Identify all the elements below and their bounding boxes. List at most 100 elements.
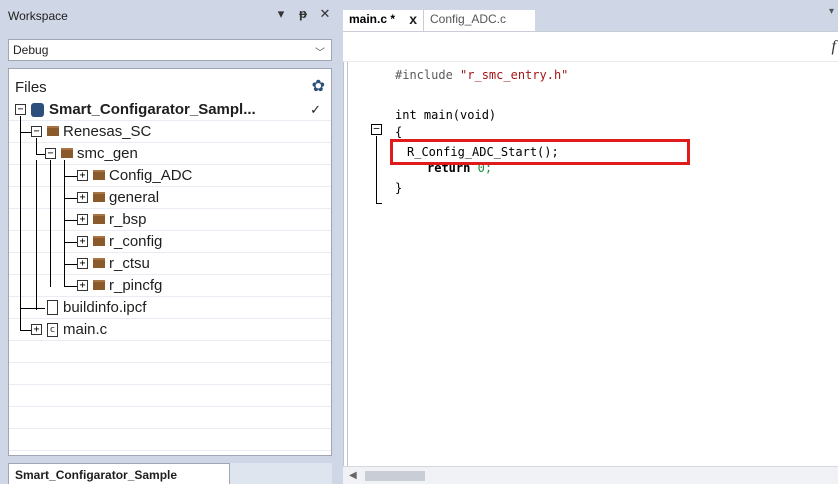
- code-line-open-brace: {: [395, 125, 403, 139]
- tree-empty-row: [9, 385, 331, 407]
- tree-item-label: Renesas_SC: [63, 123, 152, 140]
- scrollbar-thumb[interactable]: [365, 471, 425, 481]
- tree-item-renesas-sc[interactable]: − Renesas_SC: [9, 121, 331, 143]
- folder-icon: [93, 214, 105, 224]
- tree-line: [64, 242, 77, 243]
- editor-tabbar: main.c * x Config_ADC.c ▾: [343, 0, 838, 31]
- tree-line: [64, 286, 77, 287]
- code-editor[interactable]: f #include "r_smc_entry.h" int main(void…: [343, 31, 838, 467]
- c-file-icon: c: [47, 323, 58, 337]
- tree-line: [50, 160, 51, 287]
- tree-item-config-adc[interactable]: + Config_ADC: [9, 165, 331, 187]
- editor-margin: [347, 62, 348, 467]
- tree-line: [20, 132, 31, 133]
- tree-line: [64, 264, 77, 265]
- tree-item-label: buildinfo.ipcf: [63, 299, 147, 316]
- checkmark-icon: ✓: [310, 102, 321, 117]
- gear-icon[interactable]: ✿: [312, 76, 325, 96]
- tree-item-smc-gen[interactable]: − smc_gen: [9, 143, 331, 165]
- expand-icon[interactable]: +: [77, 236, 88, 247]
- tab-label: main.c *: [349, 12, 396, 26]
- tree-item-label: Smart_Configarator_Sampl...: [49, 101, 256, 118]
- tree-item-r-ctsu[interactable]: + r_ctsu: [9, 253, 331, 275]
- folder-icon: [93, 170, 105, 180]
- tree-item-label: r_bsp: [109, 211, 147, 228]
- dropdown-icon[interactable]: ▾: [275, 6, 287, 22]
- tab-main-c[interactable]: main.c * x: [343, 10, 423, 31]
- pin-icon[interactable]: ᵽ: [297, 6, 309, 22]
- tree-empty-row: [9, 407, 331, 429]
- expand-icon[interactable]: +: [77, 280, 88, 291]
- tree-item-buildinfo[interactable]: buildinfo.ipcf: [9, 297, 331, 319]
- folder-icon: [61, 148, 73, 158]
- tree-line: [36, 154, 45, 155]
- collapse-icon[interactable]: −: [45, 148, 56, 159]
- folder-icon: [93, 236, 105, 246]
- files-label: Files: [15, 79, 47, 96]
- chevron-down-icon: ﹀: [315, 48, 325, 59]
- editor-panel: main.c * x Config_ADC.c ▾ f #include "r_…: [343, 0, 838, 484]
- collapse-icon[interactable]: −: [15, 104, 26, 115]
- horizontal-scrollbar[interactable]: ◀: [343, 466, 838, 484]
- configuration-select[interactable]: Debug ﹀: [8, 39, 332, 61]
- function-icon[interactable]: f: [832, 38, 836, 56]
- highlight-annotation: [390, 139, 690, 165]
- workspace-titlebar: Workspace ▾ ᵽ ✕: [0, 0, 335, 31]
- project-icon: [31, 103, 44, 117]
- collapse-icon[interactable]: −: [31, 126, 42, 137]
- expand-icon[interactable]: +: [77, 170, 88, 181]
- tree-item-r-bsp[interactable]: + r_bsp: [9, 209, 331, 231]
- workspace-title: Workspace: [8, 9, 68, 23]
- tree-item-label: Config_ADC: [109, 167, 193, 184]
- tree-item-general[interactable]: + general: [9, 187, 331, 209]
- tree-empty-row: [9, 363, 331, 385]
- tree-item-r-pincfg[interactable]: + r_pincfg: [9, 275, 331, 297]
- tree-line: [20, 308, 45, 309]
- tree-line: [64, 176, 77, 177]
- fold-end: [376, 203, 382, 204]
- code-line-include: #include "r_smc_entry.h": [395, 68, 568, 82]
- panel-splitter[interactable]: [335, 0, 343, 484]
- tree-line: [36, 138, 37, 155]
- tree-line: [64, 160, 65, 287]
- code-line-main: int main(void): [395, 108, 497, 122]
- tree-item-project[interactable]: − Smart_Configarator_Sampl... ✓: [9, 99, 331, 121]
- folder-icon: [93, 192, 105, 202]
- tree-item-label: r_config: [109, 233, 163, 250]
- tree-line: [36, 160, 37, 310]
- preprocessor-directive: #include: [395, 68, 453, 82]
- configuration-value: Debug: [13, 43, 49, 57]
- code-line-close-brace: }: [395, 181, 403, 195]
- tree-line: [20, 330, 31, 331]
- tree-item-label: smc_gen: [77, 145, 138, 162]
- folder-icon: [47, 126, 59, 136]
- folder-icon: [93, 280, 105, 290]
- tree-item-label: general: [109, 189, 160, 206]
- fold-collapse-icon[interactable]: −: [371, 123, 382, 135]
- close-icon[interactable]: ✕: [319, 6, 331, 22]
- tree-item-label: main.c: [63, 321, 108, 338]
- close-icon[interactable]: x: [409, 11, 417, 27]
- workspace-panel: Workspace ▾ ᵽ ✕ Debug ﹀ Files ✿ − Smart_…: [0, 0, 335, 484]
- fold-line: [376, 136, 377, 203]
- tree-item-r-config[interactable]: + r_config: [9, 231, 331, 253]
- tree-line: [20, 116, 21, 330]
- tree-line: [64, 198, 77, 199]
- document-icon: [47, 300, 58, 315]
- tab-label: Config_ADC.c: [430, 12, 507, 26]
- files-tree-panel: Files ✿ − Smart_Configarator_Sampl... ✓ …: [8, 68, 332, 456]
- tab-config-adc-c[interactable]: Config_ADC.c: [423, 10, 535, 31]
- tab-overflow-icon[interactable]: ▾: [829, 6, 834, 17]
- workspace-bottom-tab[interactable]: Smart_Configarator_Sample: [8, 463, 230, 484]
- tree-empty-row: [9, 429, 331, 451]
- expand-icon[interactable]: +: [77, 192, 88, 203]
- files-header: Files ✿: [9, 69, 331, 99]
- expand-icon[interactable]: +: [31, 324, 42, 335]
- code-toolbar: f: [343, 32, 838, 62]
- tree-item-main-c[interactable]: + c main.c: [9, 319, 331, 341]
- expand-icon[interactable]: +: [77, 258, 88, 269]
- scroll-left-icon[interactable]: ◀: [349, 470, 357, 481]
- folder-icon: [93, 258, 105, 268]
- expand-icon[interactable]: +: [77, 214, 88, 225]
- workspace-tab-strip: [230, 463, 332, 484]
